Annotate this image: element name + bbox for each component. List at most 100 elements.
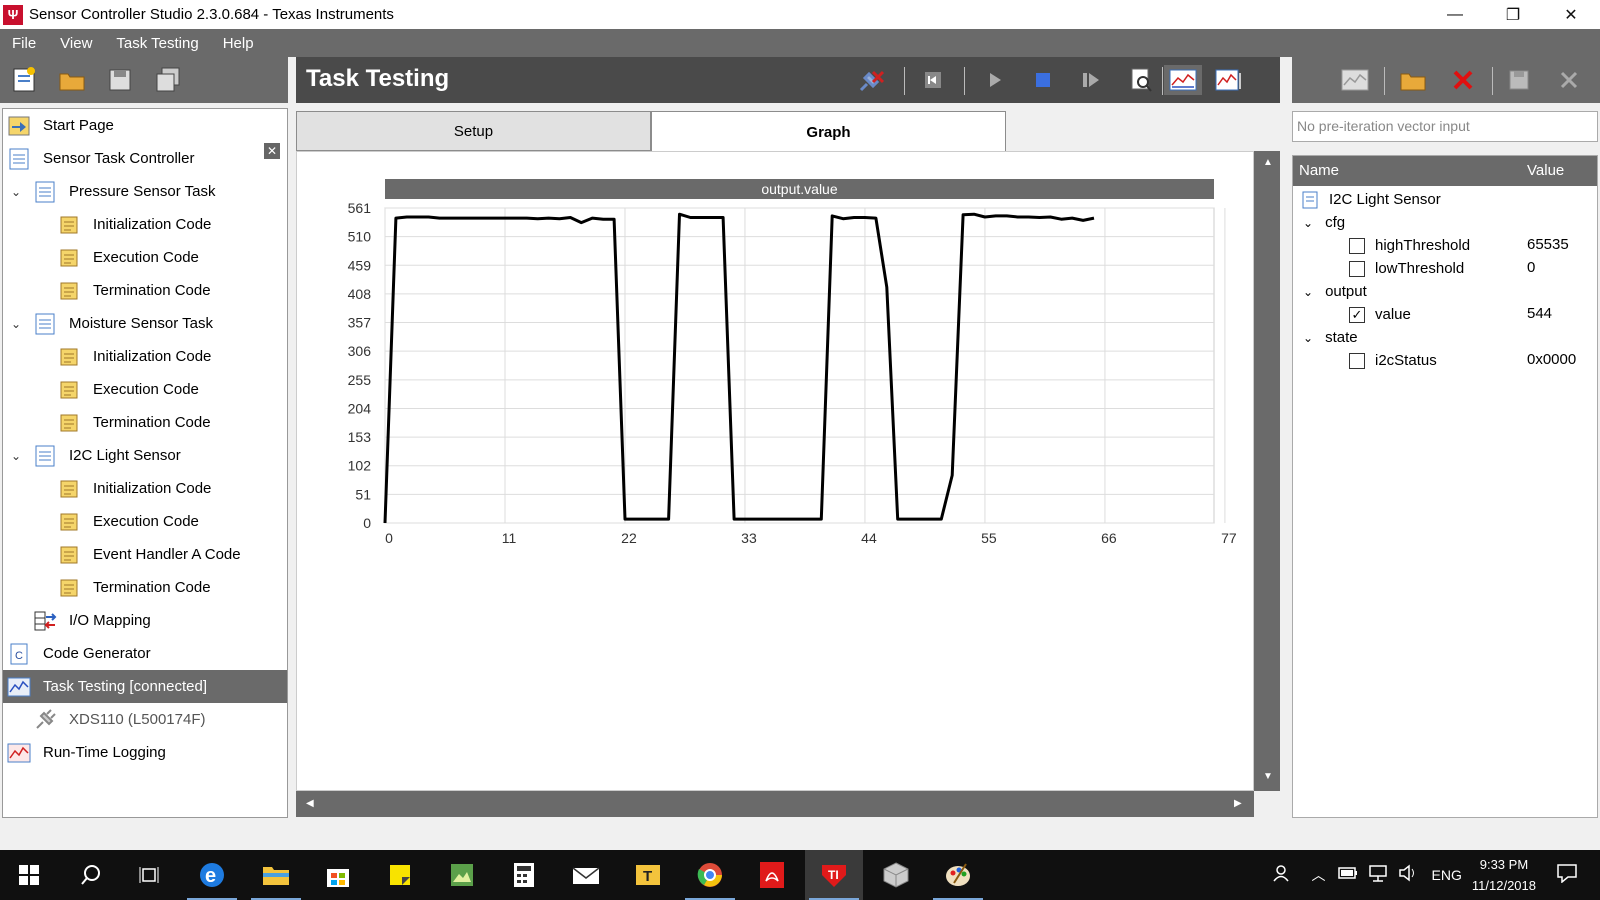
chrome-icon[interactable] — [681, 850, 739, 900]
group-label: state — [1325, 329, 1358, 346]
close-disabled-icon[interactable] — [1554, 65, 1584, 95]
stop-icon[interactable] — [1028, 65, 1058, 95]
save-icon[interactable] — [102, 62, 138, 98]
sticky-notes-icon[interactable] — [371, 850, 429, 900]
chevron-down-icon[interactable]: ⌄ — [1303, 331, 1313, 345]
notifications-icon[interactable] — [1556, 863, 1578, 887]
scroll-up-icon[interactable]: ▲ — [1263, 157, 1273, 168]
tree-item-pressure-task[interactable]: Pressure Sensor Task — [3, 175, 287, 208]
delete-icon[interactable] — [1448, 65, 1478, 95]
tree-item-debugger[interactable]: XDS110 (L500174F) — [3, 703, 287, 736]
vars-group-cfg[interactable]: ⌄ cfg — [1303, 211, 1345, 234]
search-icon[interactable] — [62, 850, 120, 900]
3d-viewer-icon[interactable] — [867, 850, 925, 900]
paint-icon[interactable] — [929, 850, 987, 900]
network-icon[interactable] — [1368, 864, 1388, 886]
close-icon[interactable]: ✕ — [264, 143, 280, 159]
minimize-button[interactable]: — — [1426, 0, 1484, 29]
var-row-high-threshold[interactable]: highThreshold — [1349, 234, 1470, 257]
var-row-i2c-status[interactable]: i2cStatus — [1349, 349, 1437, 372]
scroll-right-icon[interactable]: ▶ — [1234, 798, 1242, 809]
tree-item-exec-code[interactable]: Execution Code — [3, 505, 287, 538]
chevron-up-icon[interactable]: ︿ — [1312, 865, 1326, 885]
menu-view[interactable]: View — [48, 35, 104, 52]
checkbox[interactable] — [1349, 237, 1365, 254]
chevron-down-icon[interactable]: ⌄ — [1303, 216, 1313, 230]
tree-item-code-generator[interactable]: C Code Generator — [3, 637, 287, 670]
tree-item-init-code[interactable]: Initialization Code — [3, 472, 287, 505]
tree-item-io-mapping[interactable]: I/O Mapping — [3, 604, 287, 637]
var-name: lowThreshold — [1375, 260, 1465, 277]
column-header-name[interactable]: Name — [1299, 162, 1339, 179]
task-view-icon[interactable] — [120, 850, 178, 900]
var-row-value[interactable]: ✓ value — [1349, 303, 1411, 326]
tree-item-task-testing[interactable]: Task Testing [connected] — [3, 670, 287, 703]
menu-file[interactable]: File — [0, 35, 48, 52]
checkbox[interactable] — [1349, 352, 1365, 369]
new-project-icon[interactable] — [6, 62, 42, 98]
edge-browser-icon[interactable]: e — [183, 850, 241, 900]
tree-item-term-code[interactable]: Termination Code — [3, 571, 287, 604]
tree-item-controller[interactable]: Sensor Task Controller — [3, 142, 287, 175]
tree-item-term-code[interactable]: Termination Code — [3, 406, 287, 439]
reset-icon[interactable] — [918, 65, 948, 95]
menu-help[interactable]: Help — [211, 35, 266, 52]
file-explorer-icon[interactable] — [247, 850, 305, 900]
horizontal-scrollbar[interactable]: ◀ ▶ — [296, 791, 1254, 817]
inspect-icon[interactable] — [1126, 65, 1156, 95]
vertical-scrollbar[interactable]: ▲ ▼ — [1254, 151, 1280, 791]
language-indicator[interactable]: ENG — [1432, 867, 1462, 883]
text-editor-icon[interactable]: T — [619, 850, 677, 900]
sensor-controller-studio-icon[interactable]: TI — [805, 850, 863, 900]
tree-item-light-task[interactable]: I2C Light Sensor — [3, 439, 287, 472]
people-icon[interactable] — [1272, 863, 1292, 887]
scroll-down-icon[interactable]: ▼ — [1263, 771, 1273, 782]
var-row-low-threshold[interactable]: lowThreshold — [1349, 257, 1464, 280]
vector-input-field[interactable]: No pre-iteration vector input — [1292, 111, 1598, 142]
calculator-icon[interactable] — [495, 850, 553, 900]
scroll-left-icon[interactable]: ◀ — [306, 798, 314, 809]
tree-item-event-code[interactable]: Event Handler A Code — [3, 538, 287, 571]
clock[interactable]: 9:33 PM 11/12/2018 — [1472, 854, 1536, 896]
acrobat-icon[interactable] — [743, 850, 801, 900]
step-icon[interactable] — [1076, 65, 1106, 95]
checkbox[interactable] — [1349, 260, 1365, 277]
task-document-icon — [35, 181, 55, 202]
scroll-icon — [60, 513, 78, 530]
disconnect-icon[interactable] — [856, 65, 886, 95]
vars-group-output[interactable]: ⌄ output — [1303, 280, 1367, 303]
title-bar: Ψ Sensor Controller Studio 2.3.0.684 - T… — [0, 0, 1600, 29]
open-folder-icon[interactable] — [1398, 65, 1428, 95]
menu-task-testing[interactable]: Task Testing — [104, 35, 210, 52]
battery-icon[interactable] — [1337, 866, 1358, 884]
tree-item-exec-code[interactable]: Execution Code — [3, 373, 287, 406]
graph-settings-icon[interactable] — [1214, 65, 1244, 95]
tree-item-runtime-logging[interactable]: Run-Time Logging — [3, 736, 287, 769]
save-all-icon[interactable] — [150, 62, 186, 98]
tree-item-exec-code[interactable]: Execution Code — [3, 241, 287, 274]
column-header-value[interactable]: Value — [1527, 162, 1564, 179]
close-window-button[interactable]: ✕ — [1542, 0, 1600, 29]
save-disabled-icon[interactable] — [1504, 65, 1534, 95]
chevron-down-icon[interactable]: ⌄ — [1303, 285, 1313, 299]
tree-item-init-code[interactable]: Initialization Code — [3, 208, 287, 241]
tree-item-moisture-task[interactable]: Moisture Sensor Task — [3, 307, 287, 340]
restore-button[interactable]: ❐ — [1484, 0, 1542, 29]
tree-item-start-page[interactable]: Start Page — [3, 109, 287, 142]
checkbox-checked[interactable]: ✓ — [1349, 306, 1365, 323]
run-icon[interactable] — [980, 65, 1010, 95]
vars-group-state[interactable]: ⌄ state — [1303, 326, 1358, 349]
volume-icon[interactable] — [1398, 864, 1418, 886]
tree-item-term-code[interactable]: Termination Code — [3, 274, 287, 307]
tab-graph[interactable]: Graph — [651, 111, 1006, 152]
graph-view-icon[interactable] — [1164, 65, 1202, 95]
graph-disabled-icon[interactable] — [1340, 65, 1370, 95]
photos-app-icon[interactable] — [433, 850, 491, 900]
tab-setup[interactable]: Setup — [296, 111, 651, 151]
open-folder-icon[interactable] — [54, 62, 90, 98]
mail-icon[interactable] — [557, 850, 615, 900]
windows-start-icon[interactable] — [0, 850, 58, 900]
store-icon[interactable] — [309, 850, 367, 900]
tree-item-init-code[interactable]: Initialization Code — [3, 340, 287, 373]
x-tick-label: 22 — [621, 530, 637, 546]
